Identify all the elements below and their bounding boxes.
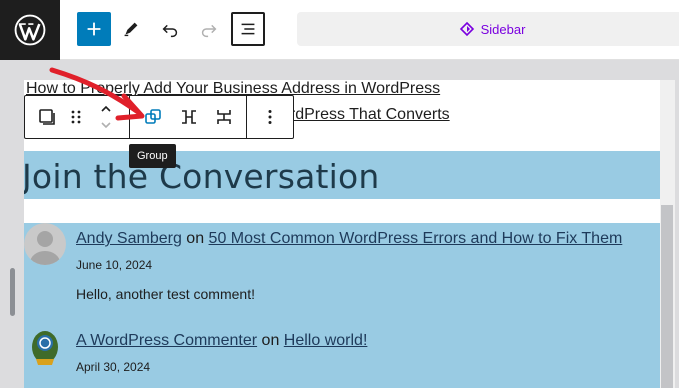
redo-icon [201,24,217,38]
select-parent-icon [39,109,55,125]
group-button[interactable] [137,96,169,138]
undo-icon [162,24,178,38]
parent-block-button[interactable] [31,96,63,138]
comment-content: Hello, another test comment! [76,286,255,302]
comment-author-link[interactable]: Andy Samberg [76,230,182,247]
plus-icon [87,22,101,36]
default-avatar-icon [24,223,66,265]
group-tooltip: Group [129,144,176,168]
commenter-avatar-icon [24,325,66,367]
list-view-button[interactable] [231,12,265,46]
canvas-scrollbar-thumb[interactable] [661,205,673,388]
stack-button[interactable] [208,96,240,138]
comment-post-link[interactable]: Hello world! [284,332,368,349]
drag-handle[interactable] [65,96,87,138]
heading-block[interactable]: Join the Conversation [24,151,660,199]
comment-date: April 30, 2024 [76,360,151,374]
comment-meta: Andy Samberg on 50 Most Common WordPress… [76,230,622,248]
sidebar-scrollbar[interactable] [10,268,15,316]
tools-button[interactable] [114,12,148,46]
toolbar-divider [129,96,130,138]
stack-icon [217,110,231,124]
comment-connector: on [261,332,280,349]
more-vertical-icon [268,110,272,124]
drag-handle-icon [71,110,81,124]
add-block-button[interactable] [77,12,111,46]
comments-heading: Join the Conversation [24,157,380,196]
wordpress-icon [14,14,46,46]
wordpress-logo-button[interactable] [0,0,60,60]
editor-top-bar: Sidebar [0,0,679,60]
comment-connector: on [186,230,205,247]
pen-icon [124,22,138,37]
toolbar-divider [246,96,247,138]
more-options-button[interactable] [254,96,286,138]
template-part-icon [459,21,474,37]
row-button[interactable] [173,96,205,138]
move-buttons[interactable] [91,96,121,138]
comment-date: June 10, 2024 [76,258,153,272]
comment-author-link[interactable]: A WordPress Commenter [76,332,257,349]
block-toolbar [24,95,294,139]
undo-button[interactable] [153,12,187,46]
document-title: Sidebar [480,21,526,37]
comment-post-link[interactable]: 50 Most Common WordPress Errors and How … [209,230,623,247]
row-icon [182,110,196,124]
group-icon [145,109,161,124]
chevron-up-down-icon [101,105,111,129]
comments-block[interactable]: Andy Samberg on 50 Most Common WordPress… [24,223,660,388]
comment-meta: A WordPress Commenter on Hello world! [76,332,367,350]
document-bar[interactable]: Sidebar [297,12,679,46]
list-view-icon [241,23,255,35]
avatar [24,325,66,367]
avatar [24,223,66,265]
redo-button[interactable] [192,12,226,46]
